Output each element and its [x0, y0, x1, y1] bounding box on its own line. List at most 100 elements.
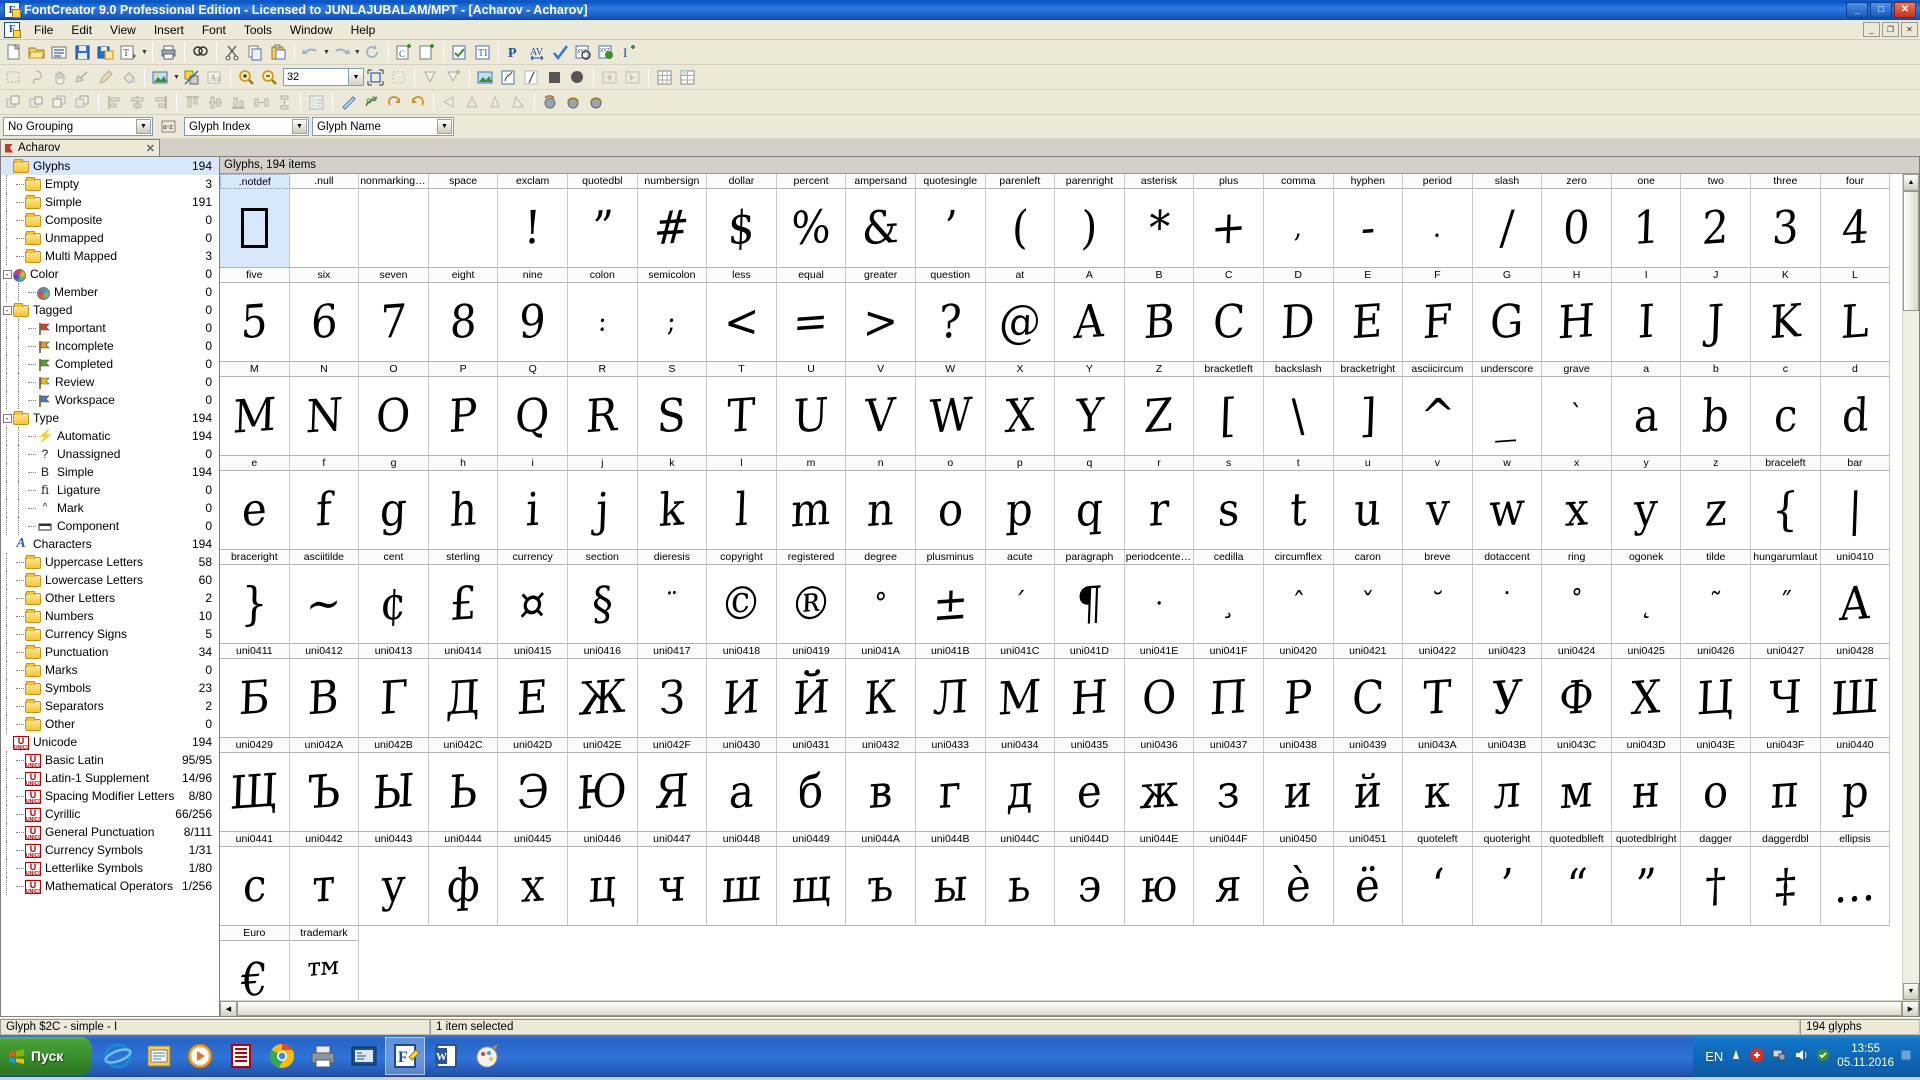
glyph-name-tilde[interactable]: tilde: [1681, 550, 1752, 565]
new-file-icon[interactable]: [2, 41, 25, 63]
glyph-cell[interactable]: ё: [1333, 847, 1404, 926]
glyph-cell[interactable]: м: [1542, 753, 1612, 832]
glyph-name-ogonek[interactable]: ogonek: [1611, 550, 1682, 565]
tree-item-simple[interactable]: Simple 191: [1, 193, 219, 211]
glyph-cell[interactable]: ˇ: [1333, 565, 1404, 644]
glyph-name-uni0426[interactable]: uni0426: [1681, 644, 1752, 659]
validate-font-icon[interactable]: [448, 41, 471, 63]
menu-item-file[interactable]: File: [25, 21, 62, 39]
menu-item-edit[interactable]: Edit: [62, 21, 101, 39]
chevron-down-icon[interactable]: ▼: [136, 119, 151, 134]
make-counterclockwise-icon[interactable]: [406, 91, 429, 113]
glyph-cell[interactable]: c: [1751, 377, 1821, 456]
glyph-cell[interactable]: 5: [220, 283, 290, 362]
glyph-name-daggerdbl[interactable]: daggerdbl: [1751, 832, 1821, 847]
glyph-cell[interactable]: l: [707, 471, 777, 550]
glyph-cell[interactable]: ”: [567, 189, 638, 268]
autohint-check-icon[interactable]: [549, 41, 572, 63]
copy-icon[interactable]: [244, 41, 267, 63]
glyph-name-uni0418[interactable]: uni0418: [707, 644, 777, 659]
glyph-cell[interactable]: М: [985, 659, 1056, 738]
glyph-name-v[interactable]: V: [846, 362, 916, 377]
glyph-cell[interactable]: +: [1194, 189, 1264, 268]
tree-expander[interactable]: -: [1, 409, 13, 427]
glyph-cell[interactable]: ): [1055, 189, 1125, 268]
fit-to-window-icon[interactable]: [364, 66, 387, 88]
glyph-cell[interactable]: у: [359, 847, 429, 926]
tree-item-multi-mapped[interactable]: Multi Mapped 3: [1, 247, 219, 265]
glyph-cell[interactable]: x: [1542, 471, 1612, 550]
glyph-name-dieresis[interactable]: dieresis: [637, 550, 708, 565]
glyph-cell[interactable]: р: [1820, 753, 1891, 832]
scrollbar-track[interactable]: [1903, 311, 1919, 983]
glyph-name-bar[interactable]: bar: [1820, 456, 1891, 471]
tree-item-currency-symbols[interactable]: UUNICODE Currency Symbols 1/31: [1, 841, 219, 859]
glyph-name-m[interactable]: m: [776, 456, 847, 471]
glyph-cell[interactable]: с: [220, 847, 290, 926]
glyph-name-five[interactable]: five: [220, 268, 290, 283]
glyph-cell[interactable]: P: [428, 377, 499, 456]
glyph-name-c[interactable]: c: [1751, 362, 1821, 377]
export-font-icon[interactable]: T: [117, 41, 140, 63]
glyph-cell[interactable]: ь: [985, 847, 1056, 926]
test-font-icon[interactable]: TI: [471, 41, 494, 63]
glyph-cell[interactable]: y: [1611, 471, 1682, 550]
glyph-name-uni042f[interactable]: uni042F: [637, 738, 708, 753]
glyph-cell[interactable]: a: [1611, 377, 1682, 456]
tree-item-review[interactable]: Review 0: [1, 373, 219, 391]
glyph-cell[interactable]: в: [846, 753, 916, 832]
glyph-name-t[interactable]: t: [1263, 456, 1334, 471]
maximize-button[interactable]: □: [1870, 2, 1892, 18]
glyph-cell[interactable]: Э: [498, 753, 568, 832]
glyph-name-uni0440[interactable]: uni0440: [1820, 738, 1891, 753]
glyph-cell[interactable]: д: [985, 753, 1056, 832]
glyph-name-x[interactable]: X: [985, 362, 1056, 377]
glyph-cell[interactable]: Л: [915, 659, 986, 738]
glyph-name-uni044c[interactable]: uni044C: [985, 832, 1056, 847]
glyph-name-bracketright[interactable]: bracketright: [1333, 362, 1404, 377]
glyph-cell[interactable]: Х: [1611, 659, 1682, 738]
tree-item-punctuation[interactable]: Punctuation 34: [1, 643, 219, 661]
glyph-name-slash[interactable]: slash: [1472, 174, 1543, 189]
font-overview-tree[interactable]: Glyphs 194 Empty 3 Simple 191 Composite 0 Unmapp…: [0, 157, 220, 1017]
glyph-cell[interactable]: %: [776, 189, 847, 268]
redo-icon[interactable]: [330, 41, 353, 63]
glyph-cell[interactable]: [: [1194, 377, 1264, 456]
glyph-name-uni0451[interactable]: uni0451: [1333, 832, 1404, 847]
glyph-cell[interactable]: ©: [707, 565, 777, 644]
glyph-name-zero[interactable]: zero: [1542, 174, 1612, 189]
glyph-cell[interactable]: С: [1333, 659, 1404, 738]
glyph-cell[interactable]: ф: [428, 847, 499, 926]
glyph-cell[interactable]: Ъ: [289, 753, 360, 832]
glyph-name-q[interactable]: q: [1055, 456, 1125, 471]
glyph-name-uni0445[interactable]: uni0445: [498, 832, 568, 847]
glyph-name-degree[interactable]: degree: [846, 550, 916, 565]
glyph-name-q[interactable]: Q: [498, 362, 568, 377]
glyph-cell[interactable]: H: [1542, 283, 1612, 362]
menu-item-window[interactable]: Window: [281, 21, 342, 39]
glyph-cell[interactable]: ™: [289, 941, 360, 1000]
glyph-cell[interactable]: Б: [220, 659, 290, 738]
glyph-cell[interactable]: [359, 189, 429, 268]
tree-item-unicode[interactable]: UUNICODE Unicode 194: [1, 733, 219, 751]
glyph-cell[interactable]: !: [498, 189, 568, 268]
glyph-cell[interactable]: Ш: [1820, 659, 1891, 738]
glyph-cell[interactable]: j: [567, 471, 638, 550]
tree-item-separators[interactable]: Separators 2: [1, 697, 219, 715]
glyph-name-uni041d[interactable]: uni041D: [1055, 644, 1125, 659]
glyph-cell[interactable]: Т: [1403, 659, 1473, 738]
glyph-cell[interactable]: ч: [637, 847, 708, 926]
glyph-cell[interactable]: Q: [498, 377, 568, 456]
glyph-cell[interactable]: $: [707, 189, 777, 268]
tree-item-important[interactable]: Important 0: [1, 319, 219, 337]
glyph-cell[interactable]: ~: [289, 565, 360, 644]
show-desktop-icon[interactable]: [1900, 1047, 1912, 1066]
glyph-name-uni0439[interactable]: uni0439: [1333, 738, 1404, 753]
glyph-cell[interactable]: Ь: [428, 753, 499, 832]
add-composite-icon[interactable]: C: [393, 41, 416, 63]
glyph-name-equal[interactable]: equal: [776, 268, 847, 283]
tree-item-uppercase-letters[interactable]: Uppercase Letters 58: [1, 553, 219, 571]
glyph-name-comma[interactable]: comma: [1263, 174, 1334, 189]
glyph-name-uni0436[interactable]: uni0436: [1124, 738, 1195, 753]
glyph-cell[interactable]: X: [985, 377, 1056, 456]
